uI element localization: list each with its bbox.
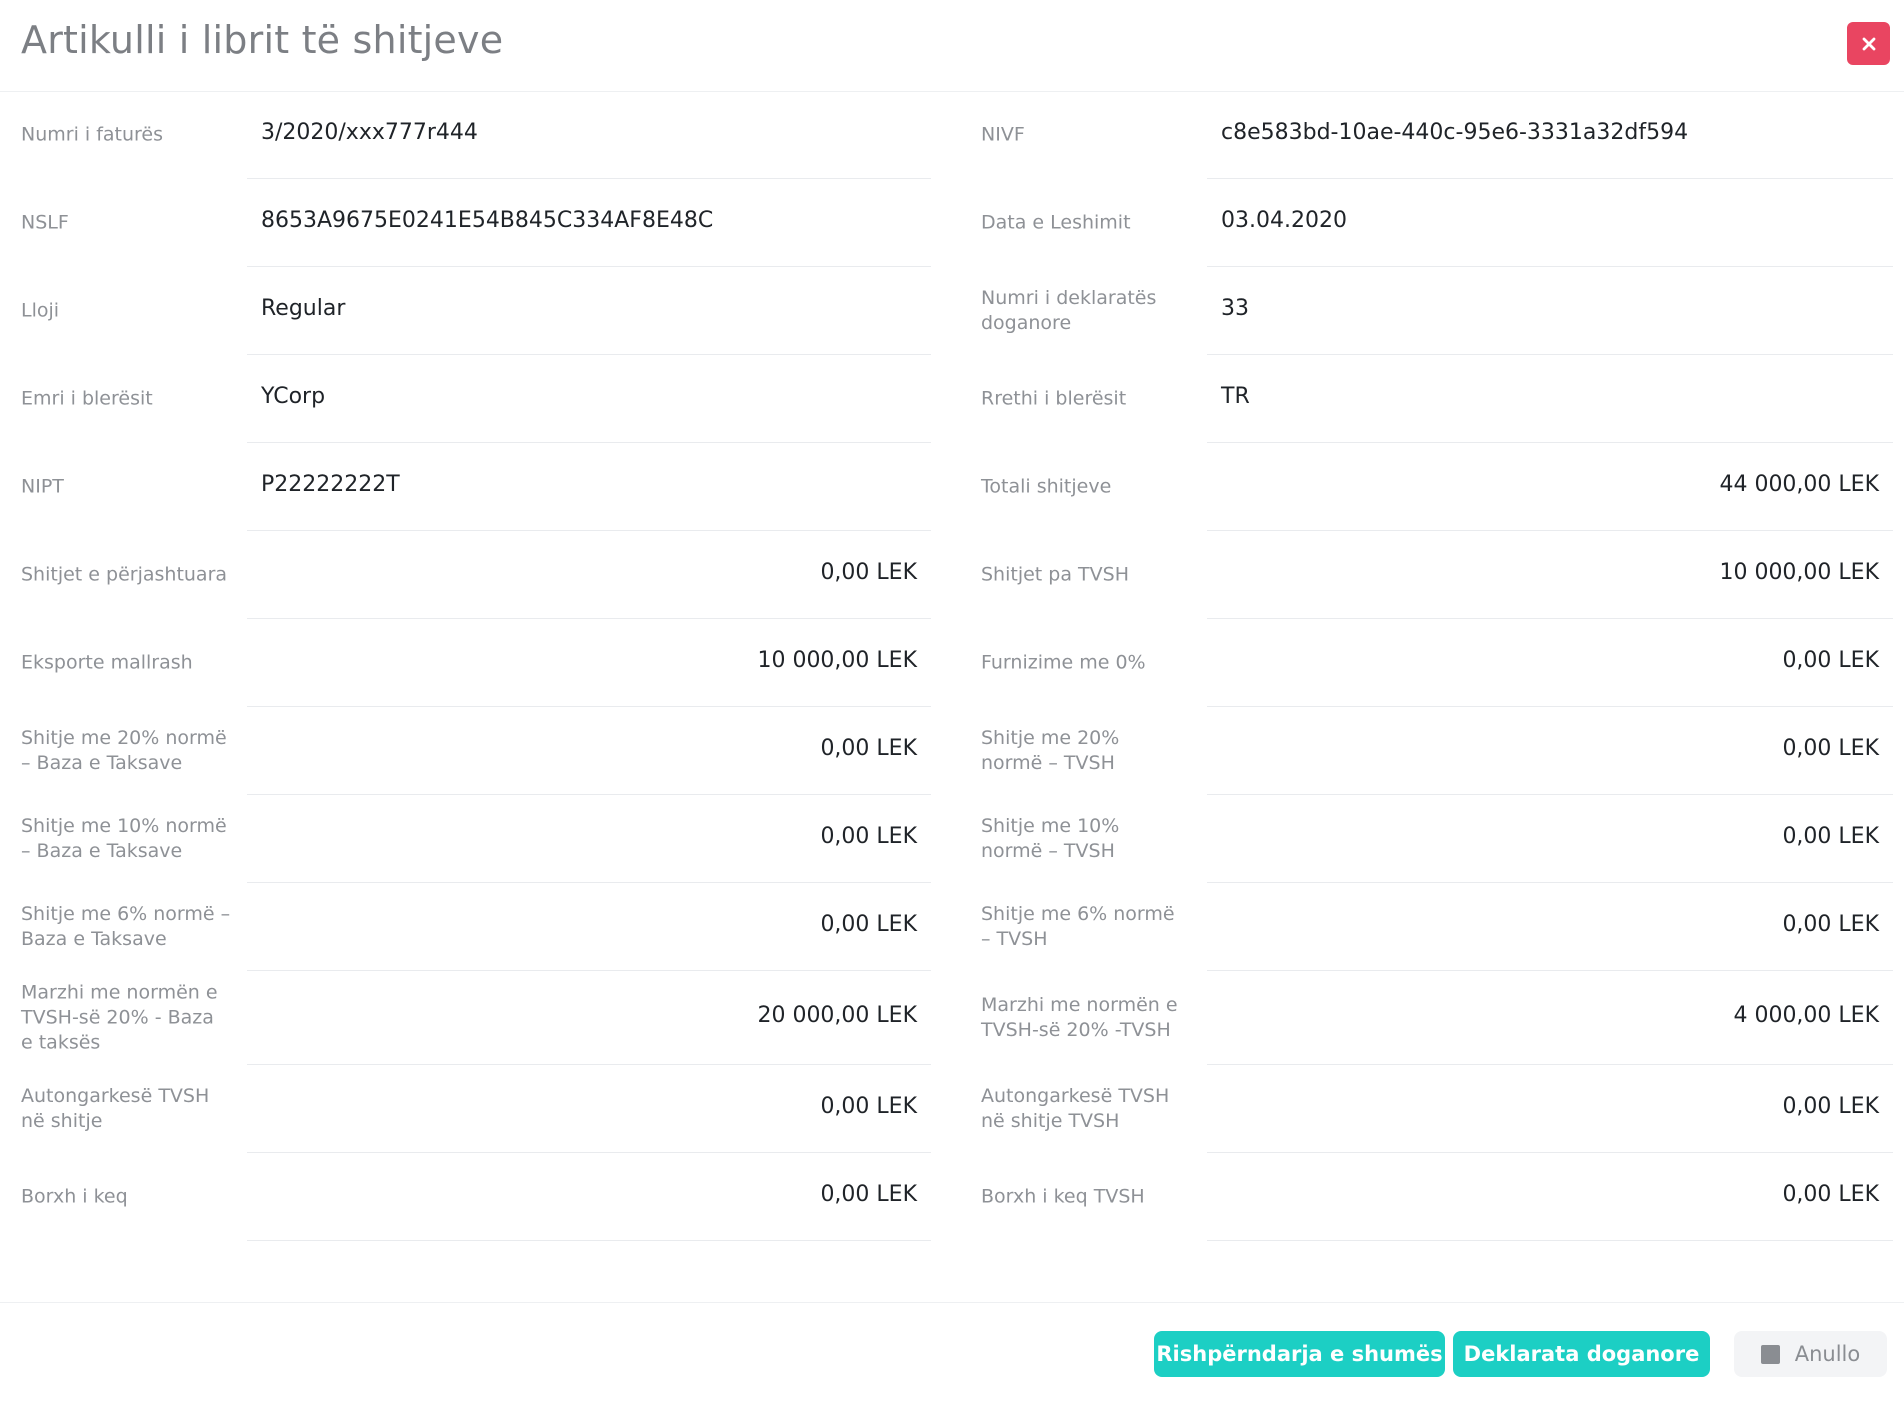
field-value: 0,00 LEK bbox=[820, 1093, 917, 1119]
field-value: 0,00 LEK bbox=[820, 911, 917, 937]
field-value: 8653A9675E0241E54B845C334AF8E48C bbox=[261, 207, 714, 233]
field-value: YCorp bbox=[261, 383, 326, 409]
field-label: Shitjet pa TVSH bbox=[981, 563, 1129, 586]
field-value-box[interactable]: 0,00 LEK bbox=[247, 883, 931, 971]
cancel-button-label: Anullo bbox=[1794, 1342, 1861, 1366]
field-label: Eksporte mallrash bbox=[21, 651, 193, 674]
field-value: 0,00 LEK bbox=[820, 559, 917, 585]
field-value: 33 bbox=[1221, 295, 1249, 321]
field-value-box[interactable]: 4 000,00 LEK bbox=[1207, 971, 1893, 1065]
close-button[interactable] bbox=[1847, 22, 1890, 65]
field-label: NSLF bbox=[21, 211, 69, 234]
field-value-box[interactable]: c8e583bd-10ae-440c-95e6-3331a32df594 bbox=[1207, 91, 1893, 179]
field-value-box[interactable]: TR bbox=[1207, 355, 1893, 443]
field-value-box[interactable]: 0,00 LEK bbox=[1207, 1065, 1893, 1153]
field-label: Emri i blerësit bbox=[21, 387, 153, 410]
field-value-box[interactable]: 0,00 LEK bbox=[1207, 883, 1893, 971]
field-label: Marzhi me normën e TVSH-së 20% -TVSH bbox=[981, 994, 1178, 1041]
field-label: Shitjet e përjashtuara bbox=[21, 563, 228, 586]
field-value-box[interactable]: 0,00 LEK bbox=[247, 1153, 931, 1241]
field-label: Numri i faturës bbox=[21, 123, 164, 146]
field-value: 03.04.2020 bbox=[1221, 207, 1347, 233]
dialog-footer: Rishpërndarja e shumës Deklarata doganor… bbox=[0, 1302, 1904, 1402]
field-value: 44 000,00 LEK bbox=[1719, 471, 1879, 497]
field-value-box[interactable]: 0,00 LEK bbox=[1207, 619, 1893, 707]
field-value-box[interactable]: 8653A9675E0241E54B845C334AF8E48C bbox=[247, 179, 931, 267]
field-label: Shitje me 6% normë – Baza e Taksave bbox=[21, 903, 231, 950]
field-value-box[interactable]: 0,00 LEK bbox=[1207, 795, 1893, 883]
field-label: Borxh i keq TVSH bbox=[981, 1185, 1145, 1208]
field-label: Data e Leshimit bbox=[981, 211, 1131, 234]
field-value-box[interactable]: 0,00 LEK bbox=[1207, 1153, 1893, 1241]
field-value: 0,00 LEK bbox=[1782, 1093, 1879, 1119]
field-value: 0,00 LEK bbox=[820, 735, 917, 761]
field-value: 20 000,00 LEK bbox=[757, 1002, 917, 1028]
field-label: Shitje me 20% normë – Baza e Taksave bbox=[21, 727, 227, 774]
cancel-button[interactable]: Anullo bbox=[1734, 1331, 1887, 1377]
field-label: Lloji bbox=[21, 299, 60, 322]
field-value: 0,00 LEK bbox=[1782, 1181, 1879, 1207]
field-value: 0,00 LEK bbox=[1782, 911, 1879, 937]
customs-declaration-button[interactable]: Deklarata doganore bbox=[1453, 1331, 1710, 1377]
field-value-box[interactable]: 10 000,00 LEK bbox=[247, 619, 931, 707]
redistribute-amount-button[interactable]: Rishpërndarja e shumës bbox=[1154, 1331, 1445, 1377]
field-value: 0,00 LEK bbox=[820, 823, 917, 849]
field-label: NIPT bbox=[21, 475, 64, 498]
field-label: Shitje me 6% normë – TVSH bbox=[981, 903, 1175, 950]
field-value: Regular bbox=[261, 295, 346, 321]
field-label: Shitje me 20% normë – TVSH bbox=[981, 727, 1120, 774]
field-label: Rrethi i blerësit bbox=[981, 387, 1127, 410]
field-value: 0,00 LEK bbox=[1782, 647, 1879, 673]
stop-icon bbox=[1760, 1344, 1780, 1364]
field-value-box[interactable]: 20 000,00 LEK bbox=[247, 971, 931, 1065]
dialog-title: Artikulli i librit të shitjeve bbox=[21, 18, 504, 62]
field-value: 3/2020/xxx777r444 bbox=[261, 119, 478, 145]
field-label: Shitje me 10% normë – TVSH bbox=[981, 815, 1120, 862]
field-value-box[interactable]: 0,00 LEK bbox=[247, 531, 931, 619]
field-value: 10 000,00 LEK bbox=[1719, 559, 1879, 585]
field-label: Autongarkesë TVSH në shitje bbox=[21, 1085, 210, 1132]
field-value: 4 000,00 LEK bbox=[1733, 1002, 1879, 1028]
field-value-box[interactable]: 33 bbox=[1207, 267, 1893, 355]
field-label: NIVF bbox=[981, 123, 1025, 146]
field-value-box[interactable]: 3/2020/xxx777r444 bbox=[247, 91, 931, 179]
field-label: Shitje me 10% normë – Baza e Taksave bbox=[21, 815, 227, 862]
field-value: 0,00 LEK bbox=[1782, 823, 1879, 849]
field-value-box[interactable]: 0,00 LEK bbox=[1207, 707, 1893, 795]
field-value-box[interactable]: 0,00 LEK bbox=[247, 1065, 931, 1153]
field-label: Totali shitjeve bbox=[981, 475, 1112, 498]
field-value: 0,00 LEK bbox=[820, 1181, 917, 1207]
field-value-box[interactable]: 44 000,00 LEK bbox=[1207, 443, 1893, 531]
field-value-box[interactable]: YCorp bbox=[247, 355, 931, 443]
field-label: Furnizime me 0% bbox=[981, 651, 1146, 674]
field-label: Marzhi me normën e TVSH-së 20% - Baza e … bbox=[21, 981, 218, 1054]
field-value: 0,00 LEK bbox=[1782, 735, 1879, 761]
field-value-box[interactable]: 0,00 LEK bbox=[247, 707, 931, 795]
field-label: Autongarkesë TVSH në shitje TVSH bbox=[981, 1085, 1170, 1132]
field-value-box[interactable]: 10 000,00 LEK bbox=[1207, 531, 1893, 619]
field-value-box[interactable]: 0,00 LEK bbox=[247, 795, 931, 883]
dialog-header: Artikulli i librit të shitjeve bbox=[0, 0, 1904, 92]
field-value: P22222222T bbox=[261, 471, 400, 497]
field-label: Numri i deklaratës doganore bbox=[981, 287, 1157, 334]
sales-book-item-dialog: Artikulli i librit të shitjeve Numri i f… bbox=[0, 0, 1904, 1401]
field-value-box[interactable]: 03.04.2020 bbox=[1207, 179, 1893, 267]
field-value: TR bbox=[1221, 383, 1250, 409]
close-icon bbox=[1862, 37, 1875, 50]
field-value-box[interactable]: Regular bbox=[247, 267, 931, 355]
field-value: c8e583bd-10ae-440c-95e6-3331a32df594 bbox=[1221, 119, 1689, 145]
field-label: Borxh i keq bbox=[21, 1185, 128, 1208]
field-value-box[interactable]: P22222222T bbox=[247, 443, 931, 531]
field-value: 10 000,00 LEK bbox=[757, 647, 917, 673]
